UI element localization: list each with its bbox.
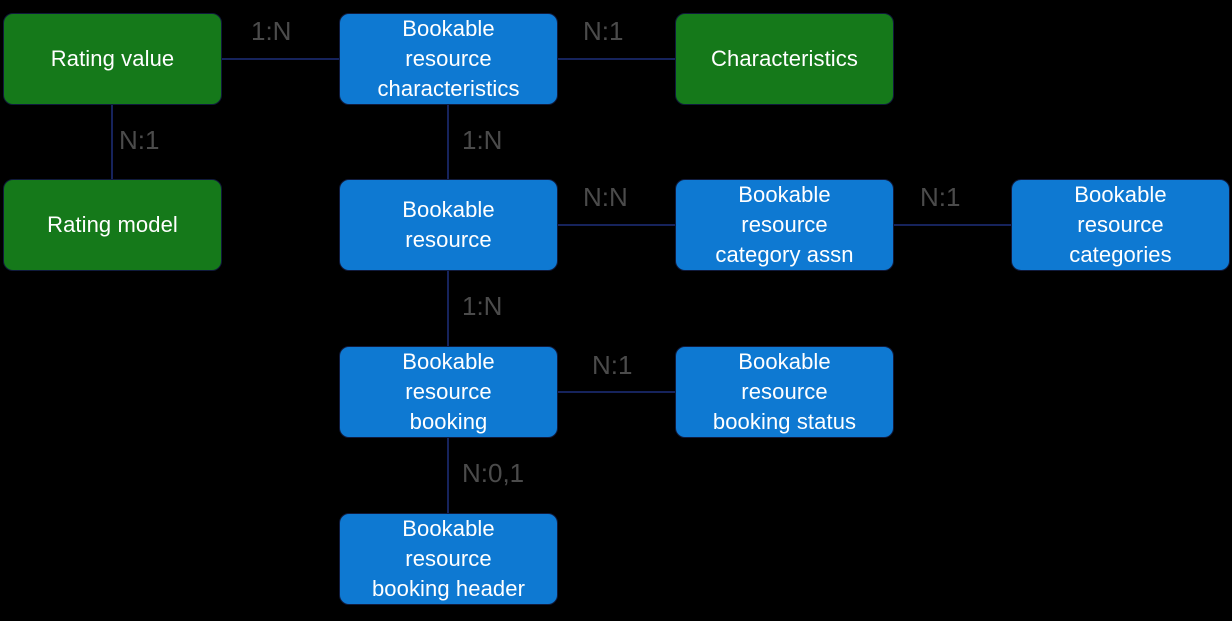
entity-characteristics[interactable]: Characteristics (675, 13, 894, 105)
cardinality-label-rating-value-to-characteristics: 1:N (251, 16, 292, 46)
entity-rating-model[interactable]: Rating model (3, 179, 222, 271)
cardinality-label-characteristics-to-bookable-resource: 1:N (462, 125, 503, 155)
entity-bookable-resource-characteristics[interactable]: Bookable resource characteristics (339, 13, 558, 105)
entity-bookable-resource-booking[interactable]: Bookable resource booking (339, 346, 558, 438)
connector-booking-to-booking-status (556, 391, 677, 393)
connector-characteristics-to-characteristics-entity (556, 58, 677, 60)
cardinality-label-bookable-resource-to-category-assn: N:N (583, 182, 628, 212)
entity-bookable-resource-category-assn[interactable]: Bookable resource category assn (675, 179, 894, 271)
entity-bookable-resource-categories[interactable]: Bookable resource categories (1011, 179, 1230, 271)
connector-rating-value-to-characteristics (221, 58, 341, 60)
entity-relationship-diagram: 1:N N:1 N:1 1:N N:N N:1 1:N N:1 N:0,1 Ra… (0, 0, 1232, 621)
cardinality-label-category-assn-to-categories: N:1 (920, 182, 961, 212)
connector-bookable-resource-to-booking (447, 269, 449, 349)
connector-characteristics-to-bookable-resource (447, 103, 449, 183)
cardinality-label-booking-to-booking-header: N:0,1 (462, 458, 525, 488)
connector-category-assn-to-categories (892, 224, 1013, 226)
connector-booking-to-booking-header (447, 436, 449, 516)
cardinality-label-booking-to-booking-status: N:1 (592, 350, 633, 380)
entity-bookable-resource-booking-status[interactable]: Bookable resource booking status (675, 346, 894, 438)
cardinality-label-rating-value-to-rating-model: N:1 (119, 125, 160, 155)
cardinality-label-characteristics-to-characteristics-entity: N:1 (583, 16, 624, 46)
cardinality-label-bookable-resource-to-booking: 1:N (462, 291, 503, 321)
connector-bookable-resource-to-category-assn (556, 224, 677, 226)
entity-bookable-resource[interactable]: Bookable resource (339, 179, 558, 271)
entity-bookable-resource-booking-header[interactable]: Bookable resource booking header (339, 513, 558, 605)
connector-rating-value-to-rating-model (111, 103, 113, 183)
entity-rating-value[interactable]: Rating value (3, 13, 222, 105)
